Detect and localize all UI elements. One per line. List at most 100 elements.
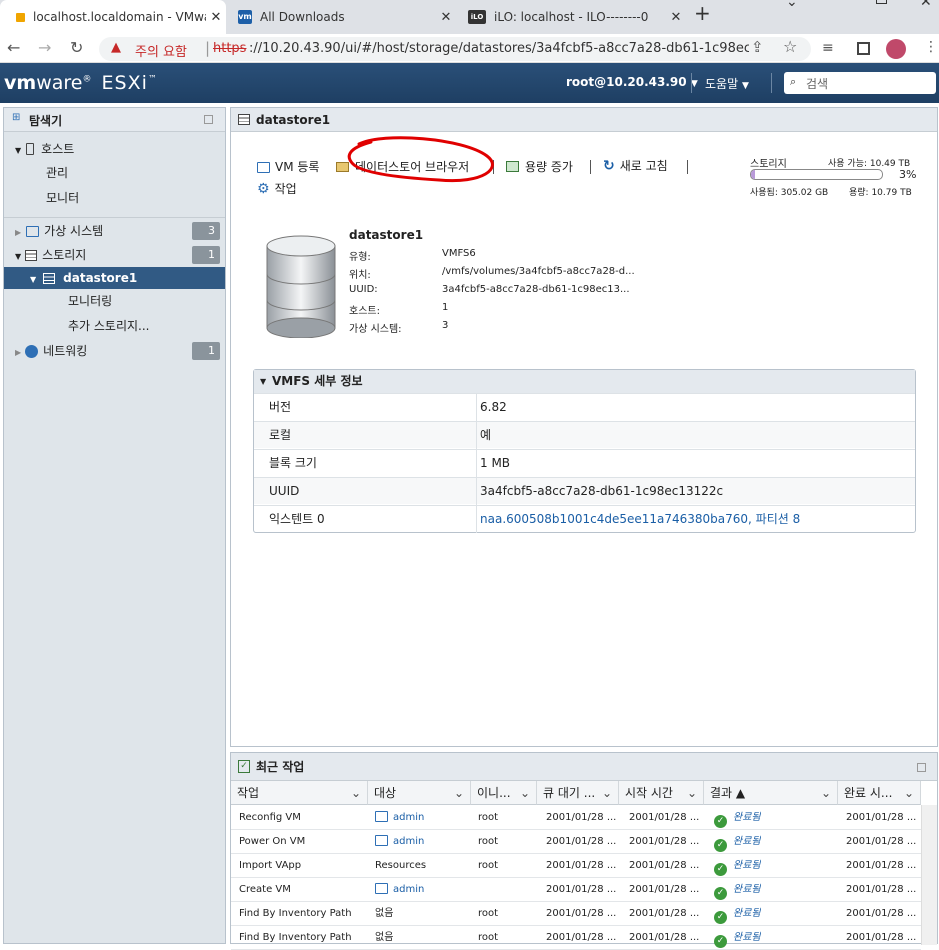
forward-icon[interactable]: → [38,38,51,57]
search-input[interactable]: ⌕ 검색 [784,72,936,94]
actions-button[interactable]: ⚙ 작업 [257,180,297,197]
chevron-down-icon[interactable]: ⌄ [602,781,612,804]
chevron-down-icon[interactable]: ⌄ [520,781,530,804]
task-row[interactable]: Import VApp Resources root 2001/01/28 ... 20… [231,854,921,878]
task-cell-start: 2001/01/28 ... [629,932,700,943]
column-header[interactable]: 작업 ⌄ [231,781,368,805]
nav-vms[interactable]: ▶ 가상 시스템 3 [4,220,225,242]
reload-icon[interactable]: ↻ [70,38,83,57]
collapse-icon[interactable] [917,763,926,772]
sidepanel-icon[interactable] [857,42,870,55]
task-row[interactable]: Reconfig VM admin root 2001/01/28 ... 2001/0… [231,806,921,830]
nav-ds-more[interactable]: 추가 스토리지... [4,315,225,337]
url-text: ://10.20.43.90/ui/#/host/storage/datasto… [249,41,749,56]
result-label: 완료됨 [733,932,761,943]
url-divider: | [205,39,211,57]
chevron-down-icon[interactable]: ⌄ [454,781,464,804]
profile-avatar[interactable] [886,39,906,59]
column-header[interactable]: 큐 대기 ... ⌄ [537,781,619,805]
column-header[interactable]: 완료 시... ⌄ [838,781,921,805]
vmfs-value: 6.82 [480,400,507,414]
target-link[interactable]: admin [393,836,424,847]
search-icon: ⌕ [790,75,797,88]
recent-tasks-title: 최근 작업 [256,760,305,774]
share-icon[interactable]: ⇪ [751,38,764,56]
refresh-button[interactable]: ↻ 새로 고침 [603,157,668,174]
chevron-down-icon[interactable]: ⌄ [687,781,697,804]
task-row[interactable]: Find By Inventory Path 없음 root 2001/01/28 .… [231,926,921,950]
task-row[interactable]: Create VM admin 2001/01/28 ... 2001/01/28 .… [231,878,921,902]
info-value: 3 [442,320,449,331]
user-menu[interactable]: root@10.20.43.90 ▼ [566,75,698,89]
info-value: 1 [442,302,449,313]
task-row[interactable]: Power On VM admin root 2001/01/28 ... 2001/0… [231,830,921,854]
vm-icon [375,883,388,894]
column-header[interactable]: 결과 ▲ ⌄ [704,781,838,805]
nav-storage[interactable]: ▼ 스토리지 1 [4,244,225,266]
task-cell-queued: 2001/01/28 ... [546,836,617,847]
chevron-down-icon[interactable]: ⌄ [904,781,914,804]
column-header[interactable]: 이니... ⌄ [471,781,537,805]
target-link[interactable]: admin [393,812,424,823]
nav-network[interactable]: ▶ 네트워킹 1 [4,340,225,362]
nav-datastore1[interactable]: ▼ datastore1 [4,267,225,289]
security-label[interactable]: 주의 요함 [135,41,187,60]
vmfs-details-section: ▼ VMFS 세부 정보 버전 6.82 로컬 예 블록 크기 1 MB UUID 3a4fc… [253,369,916,533]
datastore-name: datastore1 [349,228,424,242]
nav-ds-monitor[interactable]: 모니터링 [4,290,225,312]
vmfs-row: 버전 6.82 [254,393,915,421]
vmware-logo: vmware® ESXi™ [4,72,157,94]
result-label: 완료됨 [733,884,761,895]
chevron-down-icon[interactable]: ⌄ [821,781,831,804]
result-label: 완료됨 [733,812,761,823]
help-menu[interactable]: 도움말 ▼ [705,75,749,92]
tasks-scrollbar[interactable] [921,805,937,945]
tab-ilo[interactable]: iLO iLO: localhost - ILO--------0 ✕ [456,4,686,30]
vm-icon [375,811,388,822]
task-cell-done: 2001/01/28 ... [846,836,917,847]
window-close-icon[interactable]: ✕ [920,0,932,10]
nav-host-manage[interactable]: 관리 [4,162,225,184]
task-cell-target: admin [375,830,424,854]
target-link[interactable]: admin [393,884,424,895]
browser-tab-bar: localhost.localdomain - VMware ✕ vm All … [0,0,939,34]
collapse-icon[interactable] [204,115,213,124]
close-icon[interactable]: ✕ [436,10,456,25]
new-tab-button[interactable]: + [694,1,711,25]
bookmark-star-icon[interactable]: ☆ [783,37,797,56]
tab-vmware[interactable]: localhost.localdomain - VMware ✕ [0,0,226,34]
maximize-icon[interactable] [876,0,887,4]
success-check-icon: ✓ [714,863,727,876]
nav-host-monitor[interactable]: 모니터 [4,187,225,209]
address-bar-row: ← → ↻ ▲ 주의 요함 | https ://10.20.43.90/ui/… [0,34,939,63]
close-icon[interactable]: ✕ [206,10,226,25]
task-cell-done: 2001/01/28 ... [846,860,917,871]
vmfs-key: 로컬 [269,428,292,442]
datastore-icon [238,114,250,125]
column-header[interactable]: 시작 시간 ⌄ [619,781,704,805]
tab-downloads[interactable]: vm All Downloads ✕ [226,4,456,30]
chevron-down-icon[interactable]: ⌄ [351,781,361,804]
close-icon[interactable]: ✕ [666,10,686,25]
task-cell-done: 2001/01/28 ... [846,908,917,919]
task-cell-result: ✓ 완료됨 [714,878,761,902]
back-icon[interactable]: ← [7,38,20,57]
vmfs-row: 익스텐트 0 naa.600508b1001c4de5ee11a746380ba7… [254,505,915,533]
minimize-icon[interactable]: — [832,0,846,7]
increase-capacity-button[interactable]: 용량 증가 [506,158,573,175]
register-vm-button[interactable]: VM 등록 [257,158,319,175]
vmfs-details-header[interactable]: ▼ VMFS 세부 정보 [254,370,915,393]
nav-host[interactable]: ▼ 호스트 [4,138,225,160]
tab-search-icon[interactable]: ⌄ [786,0,798,10]
vmfs-value[interactable]: naa.600508b1001c4de5ee11a746380ba760, 파티… [480,506,800,533]
task-cell-start: 2001/01/28 ... [629,908,700,919]
column-header[interactable]: 대상 ⌄ [368,781,471,805]
task-cell-result: ✓ 완료됨 [714,854,761,878]
task-row[interactable]: Find By Inventory Path 없음 root 2001/01/28 .… [231,902,921,926]
vmfs-value: 1 MB [480,456,511,470]
reading-list-icon[interactable]: ≡ [822,40,834,56]
url-bar[interactable]: ▲ 주의 요함 | https ://10.20.43.90/ui/#/host… [99,37,811,61]
column-header-label: 결과 ▲ [710,786,746,800]
menu-dots-icon[interactable]: ⋮ [924,39,938,55]
vm-icon [375,835,388,846]
